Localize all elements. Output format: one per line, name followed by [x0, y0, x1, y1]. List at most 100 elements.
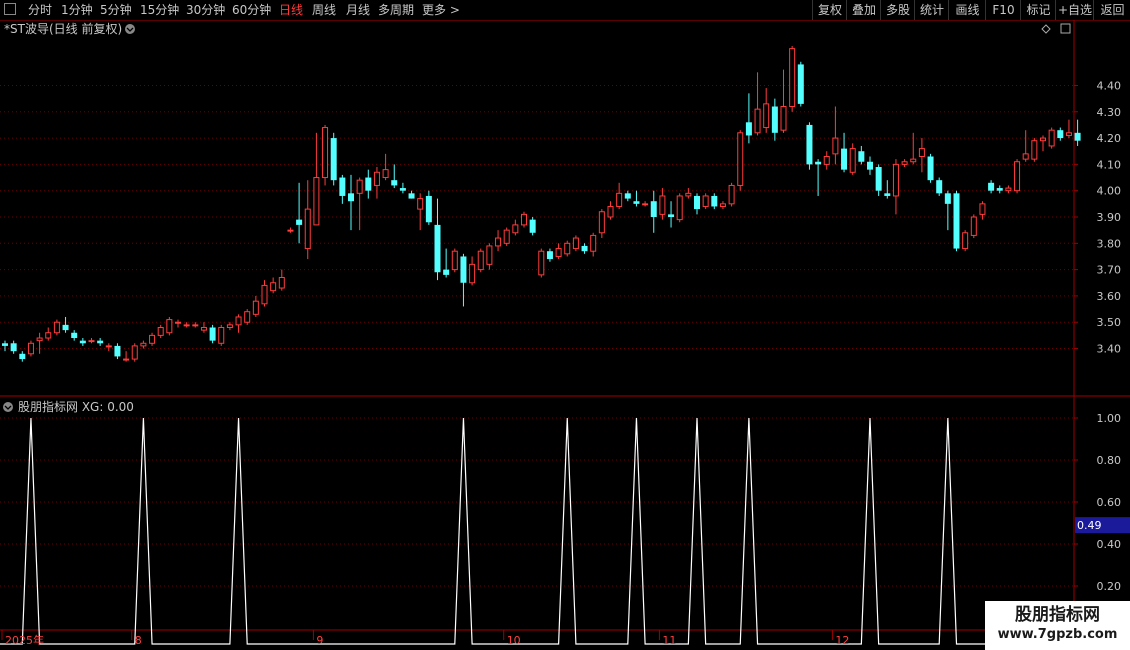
candle-body — [1048, 129, 1055, 147]
candle-body — [218, 326, 225, 344]
candle-body — [417, 198, 424, 210]
toolbar-button-3[interactable]: 统计 — [914, 0, 949, 20]
toolbar-button-7[interactable]: +自选 — [1055, 0, 1094, 20]
period-tab-4[interactable]: 30分钟 — [186, 2, 225, 18]
candle-body — [36, 337, 43, 342]
candle-body — [633, 201, 640, 204]
chart-area: 4.40 4.30 4.20 4.10 4.00 3.90 3.80 3.70 3.60 3.50… — [0, 20, 1130, 650]
candle-body — [685, 192, 692, 197]
candle-body — [45, 332, 52, 339]
candle-body — [867, 161, 873, 170]
main-y-tick-label: 4.10 — [1097, 158, 1122, 171]
diamond-icon[interactable] — [1041, 24, 1051, 34]
candle-body — [711, 195, 718, 207]
main-y-tick-label: 3.70 — [1097, 264, 1122, 277]
toolbar-button-8[interactable]: 返回 — [1093, 0, 1130, 20]
panel-toggle-icon[interactable] — [1060, 23, 1071, 34]
candle-body — [313, 177, 320, 226]
candle-body — [339, 177, 346, 196]
candle-body — [244, 311, 251, 323]
candle-body — [728, 184, 735, 205]
candle-body — [131, 345, 138, 360]
candle-body — [581, 245, 588, 252]
period-tab-0[interactable]: 分时 — [28, 2, 52, 18]
candle-body — [200, 326, 207, 331]
candle-body — [815, 161, 822, 165]
candle-body — [157, 326, 164, 336]
x-axis-label: 11 — [662, 634, 676, 647]
candle-body — [53, 321, 60, 334]
main-y-tick-label: 3.60 — [1097, 290, 1122, 303]
toolbar-button-2[interactable]: 多股 — [880, 0, 915, 20]
candle-body — [858, 151, 865, 162]
toolbar-button-6[interactable]: 标记 — [1020, 0, 1056, 20]
candle-body — [1074, 132, 1081, 141]
main-y-tick-label: 4.00 — [1097, 185, 1122, 198]
period-tab-3[interactable]: 15分钟 — [140, 2, 179, 18]
candle-body — [88, 340, 95, 343]
candle-body — [564, 242, 571, 255]
candle-body — [607, 205, 614, 218]
period-tab-6[interactable]: 日线 — [279, 2, 303, 18]
toolbar-button-5[interactable]: F10 — [985, 0, 1021, 20]
period-tab-9[interactable]: 多周期 — [378, 2, 414, 18]
main-chart-title: *ST波导(日线 前复权) — [4, 21, 122, 36]
candle-body — [910, 158, 917, 163]
candle-body — [114, 345, 121, 357]
indicator-y-tick-label: 0.80 — [1097, 454, 1122, 467]
candle-body — [477, 250, 484, 271]
candle-body — [1031, 140, 1038, 160]
candle-body — [546, 251, 553, 260]
candle-body — [19, 353, 26, 360]
indicator-y-tick-label: 0.20 — [1097, 580, 1122, 593]
candle-body — [953, 193, 960, 249]
candle-body — [572, 237, 579, 250]
candle-body — [650, 201, 657, 217]
candle-body — [832, 137, 839, 155]
x-axis-label: 8 — [135, 634, 142, 647]
main-y-tick-label: 3.50 — [1097, 316, 1122, 329]
xg-signal-line — [0, 417, 1074, 645]
watermark: 股朋指标网 www.7gpzb.com — [985, 601, 1130, 650]
candle-body — [884, 193, 891, 196]
candle-body — [996, 188, 1003, 191]
period-tab-5[interactable]: 60分钟 — [232, 2, 271, 18]
candle-body — [512, 224, 519, 234]
indicator-dropdown-icon[interactable] — [3, 402, 13, 412]
candle-body — [754, 108, 761, 134]
candle-body — [149, 334, 156, 344]
candle-body — [192, 324, 199, 327]
candle-body — [425, 195, 432, 223]
period-tab-1[interactable]: 1分钟 — [61, 2, 93, 18]
candle-body — [330, 138, 337, 181]
candle-body — [962, 232, 969, 250]
candle-body — [538, 250, 545, 276]
candle-body — [10, 343, 17, 352]
candle-body — [789, 48, 796, 108]
watermark-title: 股朋指标网 — [1015, 605, 1100, 625]
collapse-icon[interactable] — [4, 3, 16, 15]
candle-body — [797, 64, 804, 104]
candle-body — [806, 124, 813, 165]
toolbar-button-4[interactable]: 画线 — [948, 0, 986, 20]
toolbar-button-1[interactable]: 叠加 — [846, 0, 881, 20]
period-tab-7[interactable]: 周线 — [312, 2, 336, 18]
main-title-dropdown-icon[interactable] — [125, 24, 135, 34]
candle-body — [1057, 130, 1064, 139]
candle-body — [901, 161, 908, 165]
candle-body — [624, 193, 631, 199]
candle-body — [348, 193, 354, 202]
period-tab-8[interactable]: 月线 — [346, 2, 370, 18]
candle-body — [737, 132, 744, 186]
toolbar-button-0[interactable]: 复权 — [812, 0, 847, 20]
candle-body — [2, 343, 8, 346]
candle-body — [71, 332, 78, 339]
candle-body — [590, 234, 597, 252]
candle-body — [979, 203, 986, 215]
candle-body — [278, 277, 285, 289]
period-tab-2[interactable]: 5分钟 — [100, 2, 132, 18]
period-tab-10[interactable]: 更多 > — [422, 2, 460, 18]
candle-body — [780, 106, 787, 131]
candle-body — [988, 182, 995, 191]
candle-body — [1005, 187, 1012, 192]
